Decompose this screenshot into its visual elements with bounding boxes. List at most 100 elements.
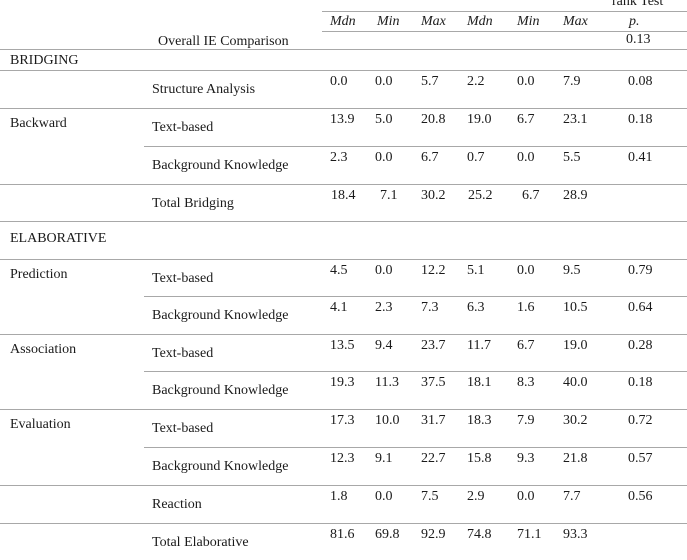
row-value: 19.0 (563, 338, 588, 353)
row-value: 5.7 (421, 74, 439, 89)
row-value: 22.7 (421, 451, 446, 466)
row-value: 10.5 (563, 300, 588, 315)
row-value: 0.0 (330, 74, 348, 89)
row-value: 0.0 (517, 489, 535, 504)
row-p-value: 0.18 (628, 112, 653, 127)
row-value: 81.6 (330, 527, 355, 542)
row-value: 18.3 (467, 413, 492, 428)
row-value: 7.9 (517, 413, 535, 428)
row-value: 71.1 (517, 527, 542, 542)
row-value: 7.9 (563, 74, 581, 89)
table-row: Structure Analysis 0.0 0.0 5.7 2.2 0.0 7.9 0.08 (0, 70, 687, 107)
row-value: 6.7 (522, 188, 540, 203)
row-value: 7.1 (380, 188, 398, 203)
row-value: 11.7 (467, 338, 491, 353)
row-value: 8.3 (517, 375, 535, 390)
row-value: 10.0 (375, 413, 400, 428)
row-group: Backward (10, 116, 67, 131)
row-value: 21.8 (563, 451, 588, 466)
row-value: 0.0 (375, 489, 393, 504)
row-value: 2.3 (330, 150, 348, 165)
row-category: Structure Analysis (152, 82, 256, 97)
row-value: 9.3 (517, 451, 535, 466)
row-value: 18.1 (467, 375, 492, 390)
row-value: 0.0 (375, 150, 393, 165)
row-value: 13.9 (330, 112, 355, 127)
row-value: 5.5 (563, 150, 581, 165)
test-label: rank Test (612, 0, 664, 9)
table-row: Backward Text-based 13.9 5.0 20.8 19.0 6.7 23.1… (0, 108, 687, 145)
row-value: 4.5 (330, 263, 348, 278)
row-p-value: 0.41 (628, 150, 653, 165)
row-value: 28.9 (563, 188, 588, 203)
row-value: 6.7 (517, 338, 535, 353)
row-value: 23.1 (563, 112, 588, 127)
row-value: 6.7 (421, 150, 439, 165)
row-category: Background Knowledge (152, 383, 289, 398)
row-value: 23.7 (421, 338, 446, 353)
row-category: Text-based (152, 271, 214, 286)
col-p: p. (629, 14, 640, 29)
row-value: 0.0 (517, 263, 535, 278)
row-value: 7.5 (421, 489, 439, 504)
row-value: 9.5 (563, 263, 581, 278)
table-row: Association Text-based 13.5 9.4 23.7 11.7 6.7 1… (0, 334, 687, 371)
overall-p: 0.13 (626, 32, 651, 47)
row-rule-full (0, 221, 687, 222)
row-value: 18.4 (331, 188, 356, 203)
header-rule-top (322, 11, 687, 12)
row-value: 0.7 (467, 150, 485, 165)
row-value: 4.1 (330, 300, 348, 315)
row-value: 9.1 (375, 451, 393, 466)
row-value: 30.2 (421, 188, 446, 203)
row-value: 93.3 (563, 527, 588, 542)
col-max-1: Max (421, 14, 446, 29)
row-value: 7.7 (563, 489, 581, 504)
row-value: 20.8 (421, 112, 446, 127)
row-value: 13.5 (330, 338, 355, 353)
row-value: 30.2 (563, 413, 588, 428)
row-group: Association (10, 342, 77, 357)
row-category: Background Knowledge (152, 459, 289, 474)
col-mdn-2: Mdn (467, 14, 493, 29)
row-value: 25.2 (468, 188, 493, 203)
row-value: 2.9 (467, 489, 485, 504)
row-category: Total Elaborative (152, 535, 249, 550)
table-row: Prediction Text-based 4.5 0.0 12.2 5.1 0.0 9.5 0… (0, 259, 687, 296)
row-group: Prediction (10, 267, 68, 282)
row-value: 0.0 (375, 263, 393, 278)
row-value: 6.7 (517, 112, 535, 127)
row-value: 1.6 (517, 300, 535, 315)
row-value: 0.0 (517, 150, 535, 165)
table-row: Background Knowledge 19.3 11.3 37.5 18.1 8.3 4… (0, 371, 687, 408)
row-value: 37.5 (421, 375, 446, 390)
row-category: Text-based (152, 120, 214, 135)
col-mdn-1: Mdn (330, 14, 356, 29)
row-value: 92.9 (421, 527, 446, 542)
row-p-value: 0.56 (628, 489, 653, 504)
row-group: Evaluation (10, 417, 71, 432)
row-value: 17.3 (330, 413, 355, 428)
row-value: 11.3 (375, 375, 399, 390)
table-row: Background Knowledge 12.3 9.1 22.7 15.8 9.3 21… (0, 447, 687, 484)
table-row: Background Knowledge 2.3 0.0 6.7 0.7 0.0 5.5 0.… (0, 146, 687, 183)
col-max-2: Max (563, 14, 588, 29)
row-value: 9.4 (375, 338, 393, 353)
row-value: 31.7 (421, 413, 446, 428)
row-value: 5.1 (467, 263, 485, 278)
row-category: Total Bridging (152, 196, 234, 211)
row-value: 6.3 (467, 300, 485, 315)
row-p-value: 0.64 (628, 300, 653, 315)
table-row: Total Bridging 18.4 7.1 30.2 25.2 6.7 28.9 (0, 184, 687, 221)
row-p-value: 0.79 (628, 263, 653, 278)
row-category: Background Knowledge (152, 308, 289, 323)
table-row: Total Elaborative 81.6 69.8 92.9 74.8 71.1 93.… (0, 523, 687, 560)
row-value: 1.8 (330, 489, 348, 504)
col-min-1: Min (377, 14, 400, 29)
section-bridging: BRIDGING (10, 53, 79, 68)
row-value: 0.0 (517, 74, 535, 89)
col-min-2: Min (517, 14, 540, 29)
row-value: 19.0 (467, 112, 492, 127)
row-p-value: 0.57 (628, 451, 653, 466)
row-p-value: 0.18 (628, 375, 653, 390)
